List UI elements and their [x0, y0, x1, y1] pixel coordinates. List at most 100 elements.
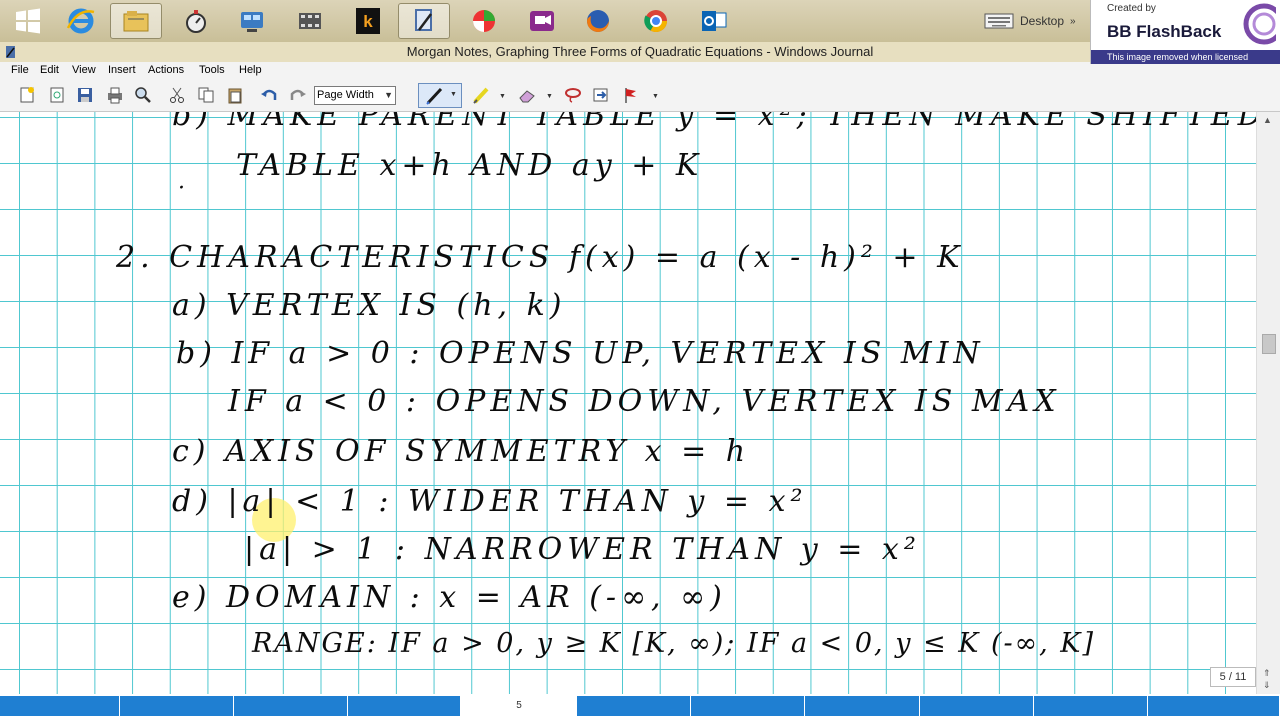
- taskbar-file-explorer[interactable]: [110, 3, 162, 39]
- taskbar-media[interactable]: [226, 3, 278, 39]
- page-tab[interactable]: [920, 696, 1034, 716]
- media-icon: [241, 12, 263, 32]
- taskbar-film[interactable]: [284, 3, 336, 39]
- page-tab[interactable]: [1034, 696, 1148, 716]
- note-heading-characteristics: 2. CHARACTERISTICS f(x) = a (x - h)² + K: [116, 240, 965, 275]
- redo-button[interactable]: [287, 84, 309, 106]
- page-up-icon[interactable]: ⇑: [1263, 668, 1271, 679]
- paste-button[interactable]: [224, 84, 246, 106]
- page-tab-current[interactable]: 5: [461, 696, 577, 716]
- desktop-label[interactable]: Desktop: [1020, 14, 1064, 28]
- menu-insert[interactable]: Insert: [108, 64, 136, 76]
- insert-space-icon: [593, 88, 608, 102]
- folder-icon: [123, 11, 149, 32]
- pen-icon: [426, 87, 443, 105]
- insert-space-button[interactable]: [590, 84, 612, 106]
- menu-bar: File Edit View Insert Actions Tools Help: [0, 62, 1280, 80]
- save-icon: [78, 88, 92, 102]
- vertical-scrollbar[interactable]: ▲ ⇑ ⇓: [1256, 112, 1280, 694]
- taskbar-ball[interactable]: [458, 3, 510, 39]
- note-opens-down: IF a < 0 : OPENS DOWN, VERTEX IS MAX: [228, 384, 1061, 419]
- title-bar: Morgan Notes, Graphing Three Forms of Qu…: [0, 42, 1280, 62]
- menu-view[interactable]: View: [72, 64, 96, 76]
- taskbar-firefox[interactable]: [572, 3, 624, 39]
- note-axis-of-symmetry: c) AXIS OF SYMMETRY x = h: [172, 434, 751, 469]
- menu-edit[interactable]: Edit: [40, 64, 59, 76]
- taskbar-ie[interactable]: [55, 3, 107, 39]
- menu-file[interactable]: File: [11, 64, 29, 76]
- watermark-notice: This image removed when licensed: [1091, 50, 1280, 64]
- outlook-icon: [702, 11, 727, 31]
- taskbar-journal[interactable]: [398, 3, 450, 39]
- page-down-icon[interactable]: ⇓: [1263, 680, 1271, 691]
- scroll-thumb[interactable]: [1262, 334, 1276, 354]
- menu-help[interactable]: Help: [239, 64, 262, 76]
- desktop-toolbar[interactable]: Desktop »: [984, 6, 1076, 36]
- taskbar-camera[interactable]: [516, 3, 568, 39]
- watermark-brand: BB FlashBack: [1107, 22, 1222, 41]
- start-button[interactable]: [2, 3, 54, 39]
- svg-text:k: k: [363, 12, 373, 31]
- flag-dropdown-icon[interactable]: ▼: [652, 93, 659, 100]
- page-tab[interactable]: [1148, 696, 1280, 716]
- page-tab[interactable]: [577, 696, 691, 716]
- page-count: 5 / 11: [1210, 667, 1256, 687]
- page-tab[interactable]: [234, 696, 348, 716]
- ball-icon: [473, 10, 495, 32]
- chrome-icon: [644, 10, 667, 32]
- note-opens-up: b) IF a > 0 : OPENS UP, VERTEX IS MIN: [176, 336, 985, 371]
- open-icon: [50, 87, 64, 103]
- note-range: RANGE: IF a > 0, y ≥ K [K, ∞); IF a < 0,…: [252, 628, 1096, 659]
- journal-page[interactable]: b) MAKE PARENT TABLE y = x²; THEN MAKE S…: [0, 112, 1256, 694]
- undo-button[interactable]: [258, 84, 280, 106]
- pen-dropdown-icon[interactable]: ▼: [450, 91, 457, 98]
- windows-start-icon: [16, 8, 40, 34]
- taskbar-outlook[interactable]: [688, 3, 740, 39]
- flashback-logo-icon: [1243, 3, 1276, 45]
- note-vertex: a) VERTEX IS (h, k): [172, 288, 567, 323]
- save-button[interactable]: [74, 84, 96, 106]
- eraser-icon: [519, 90, 535, 103]
- lasso-icon: [565, 88, 581, 103]
- menu-actions[interactable]: Actions: [148, 64, 184, 76]
- pen-button[interactable]: ▼: [418, 83, 462, 108]
- taskbar-chrome[interactable]: [630, 3, 682, 39]
- page-tab-strip: 5: [0, 694, 1280, 720]
- highlighter-dropdown-icon[interactable]: ▼: [499, 93, 506, 100]
- firefox-icon: [587, 10, 609, 32]
- scroll-up-icon[interactable]: ▲: [1263, 115, 1272, 125]
- lasso-button[interactable]: [562, 84, 584, 106]
- watermark-created-by: Created by: [1107, 3, 1156, 14]
- copy-icon: [198, 87, 214, 103]
- ie-icon: [66, 8, 95, 34]
- flag-button[interactable]: [620, 84, 642, 106]
- taskbar-kindle[interactable]: k: [342, 3, 394, 39]
- open-button[interactable]: [46, 84, 68, 106]
- page-tab[interactable]: [0, 696, 120, 716]
- highlighter-button[interactable]: [470, 84, 492, 106]
- note-line-parent-table: b) MAKE PARENT TABLE y = x²; THEN MAKE S…: [172, 112, 1256, 133]
- eraser-button[interactable]: [516, 84, 538, 106]
- new-page-icon: [20, 87, 34, 103]
- menu-tools[interactable]: Tools: [199, 64, 225, 76]
- print-button[interactable]: [104, 84, 126, 106]
- page-tab[interactable]: [805, 696, 920, 716]
- taskbar-timer[interactable]: [170, 3, 222, 39]
- find-button[interactable]: [132, 84, 154, 106]
- cut-button[interactable]: [166, 84, 188, 106]
- eraser-dropdown-icon[interactable]: ▼: [546, 93, 553, 100]
- new-note-button[interactable]: [16, 84, 38, 106]
- paste-icon: [228, 88, 242, 104]
- current-page-number: 5: [516, 700, 522, 711]
- redo-icon: [290, 89, 306, 100]
- zoom-select[interactable]: Page Width ▼: [314, 86, 396, 105]
- film-icon: [299, 13, 321, 29]
- taskbar: k Desktop »: [0, 0, 1280, 43]
- flag-icon: [625, 88, 636, 103]
- page-tab[interactable]: [120, 696, 234, 716]
- page-tab[interactable]: [348, 696, 461, 716]
- copy-button[interactable]: [195, 84, 217, 106]
- page-tab[interactable]: [691, 696, 805, 716]
- chevron-down-icon: ▼: [384, 90, 393, 100]
- chevron-icon[interactable]: »: [1070, 16, 1076, 27]
